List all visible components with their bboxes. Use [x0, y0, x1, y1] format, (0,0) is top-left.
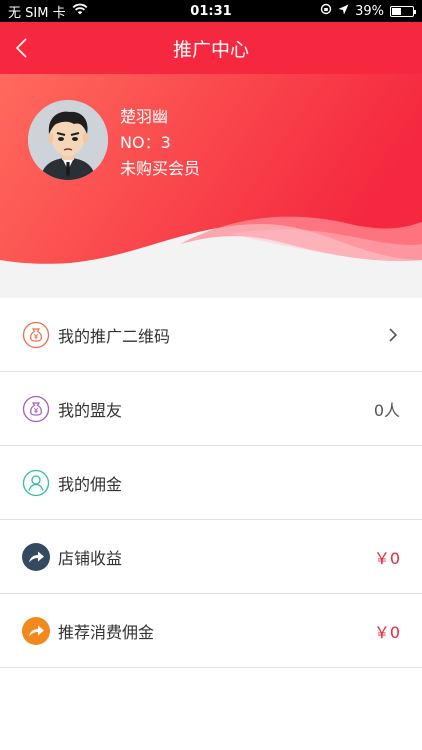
avatar[interactable]	[28, 100, 108, 180]
carrier-label: 无 SIM 卡	[8, 5, 66, 21]
share-arrow-icon	[22, 542, 50, 571]
menu-list: 我的推广二维码 我的盟友 0人 我的佣金 店铺收益 ￥0 推荐消费佣金 ￥0	[0, 298, 422, 668]
user-number: NO：3	[120, 133, 171, 152]
share-arrow-icon	[22, 616, 50, 645]
menu-item-allies[interactable]: 我的盟友 0人	[0, 372, 422, 446]
money-bag-icon	[22, 395, 50, 422]
profile-info: 楚羽幽 NO：3 未购买会员	[120, 104, 200, 182]
chevron-left-icon	[15, 38, 27, 58]
money-bag-icon	[22, 321, 50, 348]
battery-percent: 39%	[355, 3, 384, 19]
wifi-icon	[72, 3, 88, 19]
store-earnings-amount: ￥0	[373, 548, 400, 568]
menu-item-label: 我的推广二维码	[58, 326, 171, 346]
chevron-right-icon	[389, 327, 398, 342]
back-button[interactable]	[10, 32, 42, 64]
referral-commission-amount: ￥0	[373, 622, 400, 642]
location-arrow-icon	[338, 4, 349, 19]
allies-count: 0人	[373, 400, 400, 420]
page-title: 推广中心	[172, 38, 249, 61]
cartoon-man-avatar-icon	[28, 100, 108, 180]
menu-item-store-earnings[interactable]: 店铺收益 ￥0	[0, 520, 422, 594]
menu-item-label: 我的佣金	[58, 474, 123, 494]
menu-item-label: 店铺收益	[58, 548, 123, 568]
menu-item-label: 推荐消费佣金	[58, 622, 155, 642]
menu-item-qr-code[interactable]: 我的推广二维码	[0, 298, 422, 372]
menu-item-label: 我的盟友	[58, 400, 123, 420]
nav-bar: 推广中心	[0, 22, 422, 74]
menu-item-referral-commission[interactable]: 推荐消费佣金 ￥0	[0, 594, 422, 668]
menu-item-commission[interactable]: 我的佣金	[0, 446, 422, 520]
user-name: 楚羽幽	[120, 107, 169, 126]
status-bar: 无 SIM 卡 01:31 39%	[0, 0, 422, 22]
person-icon	[22, 469, 50, 496]
orientation-lock-icon	[320, 3, 332, 19]
battery-icon	[390, 5, 416, 17]
profile-header: 楚羽幽 NO：3 未购买会员	[0, 74, 422, 298]
membership-status: 未购买会员	[120, 159, 201, 178]
